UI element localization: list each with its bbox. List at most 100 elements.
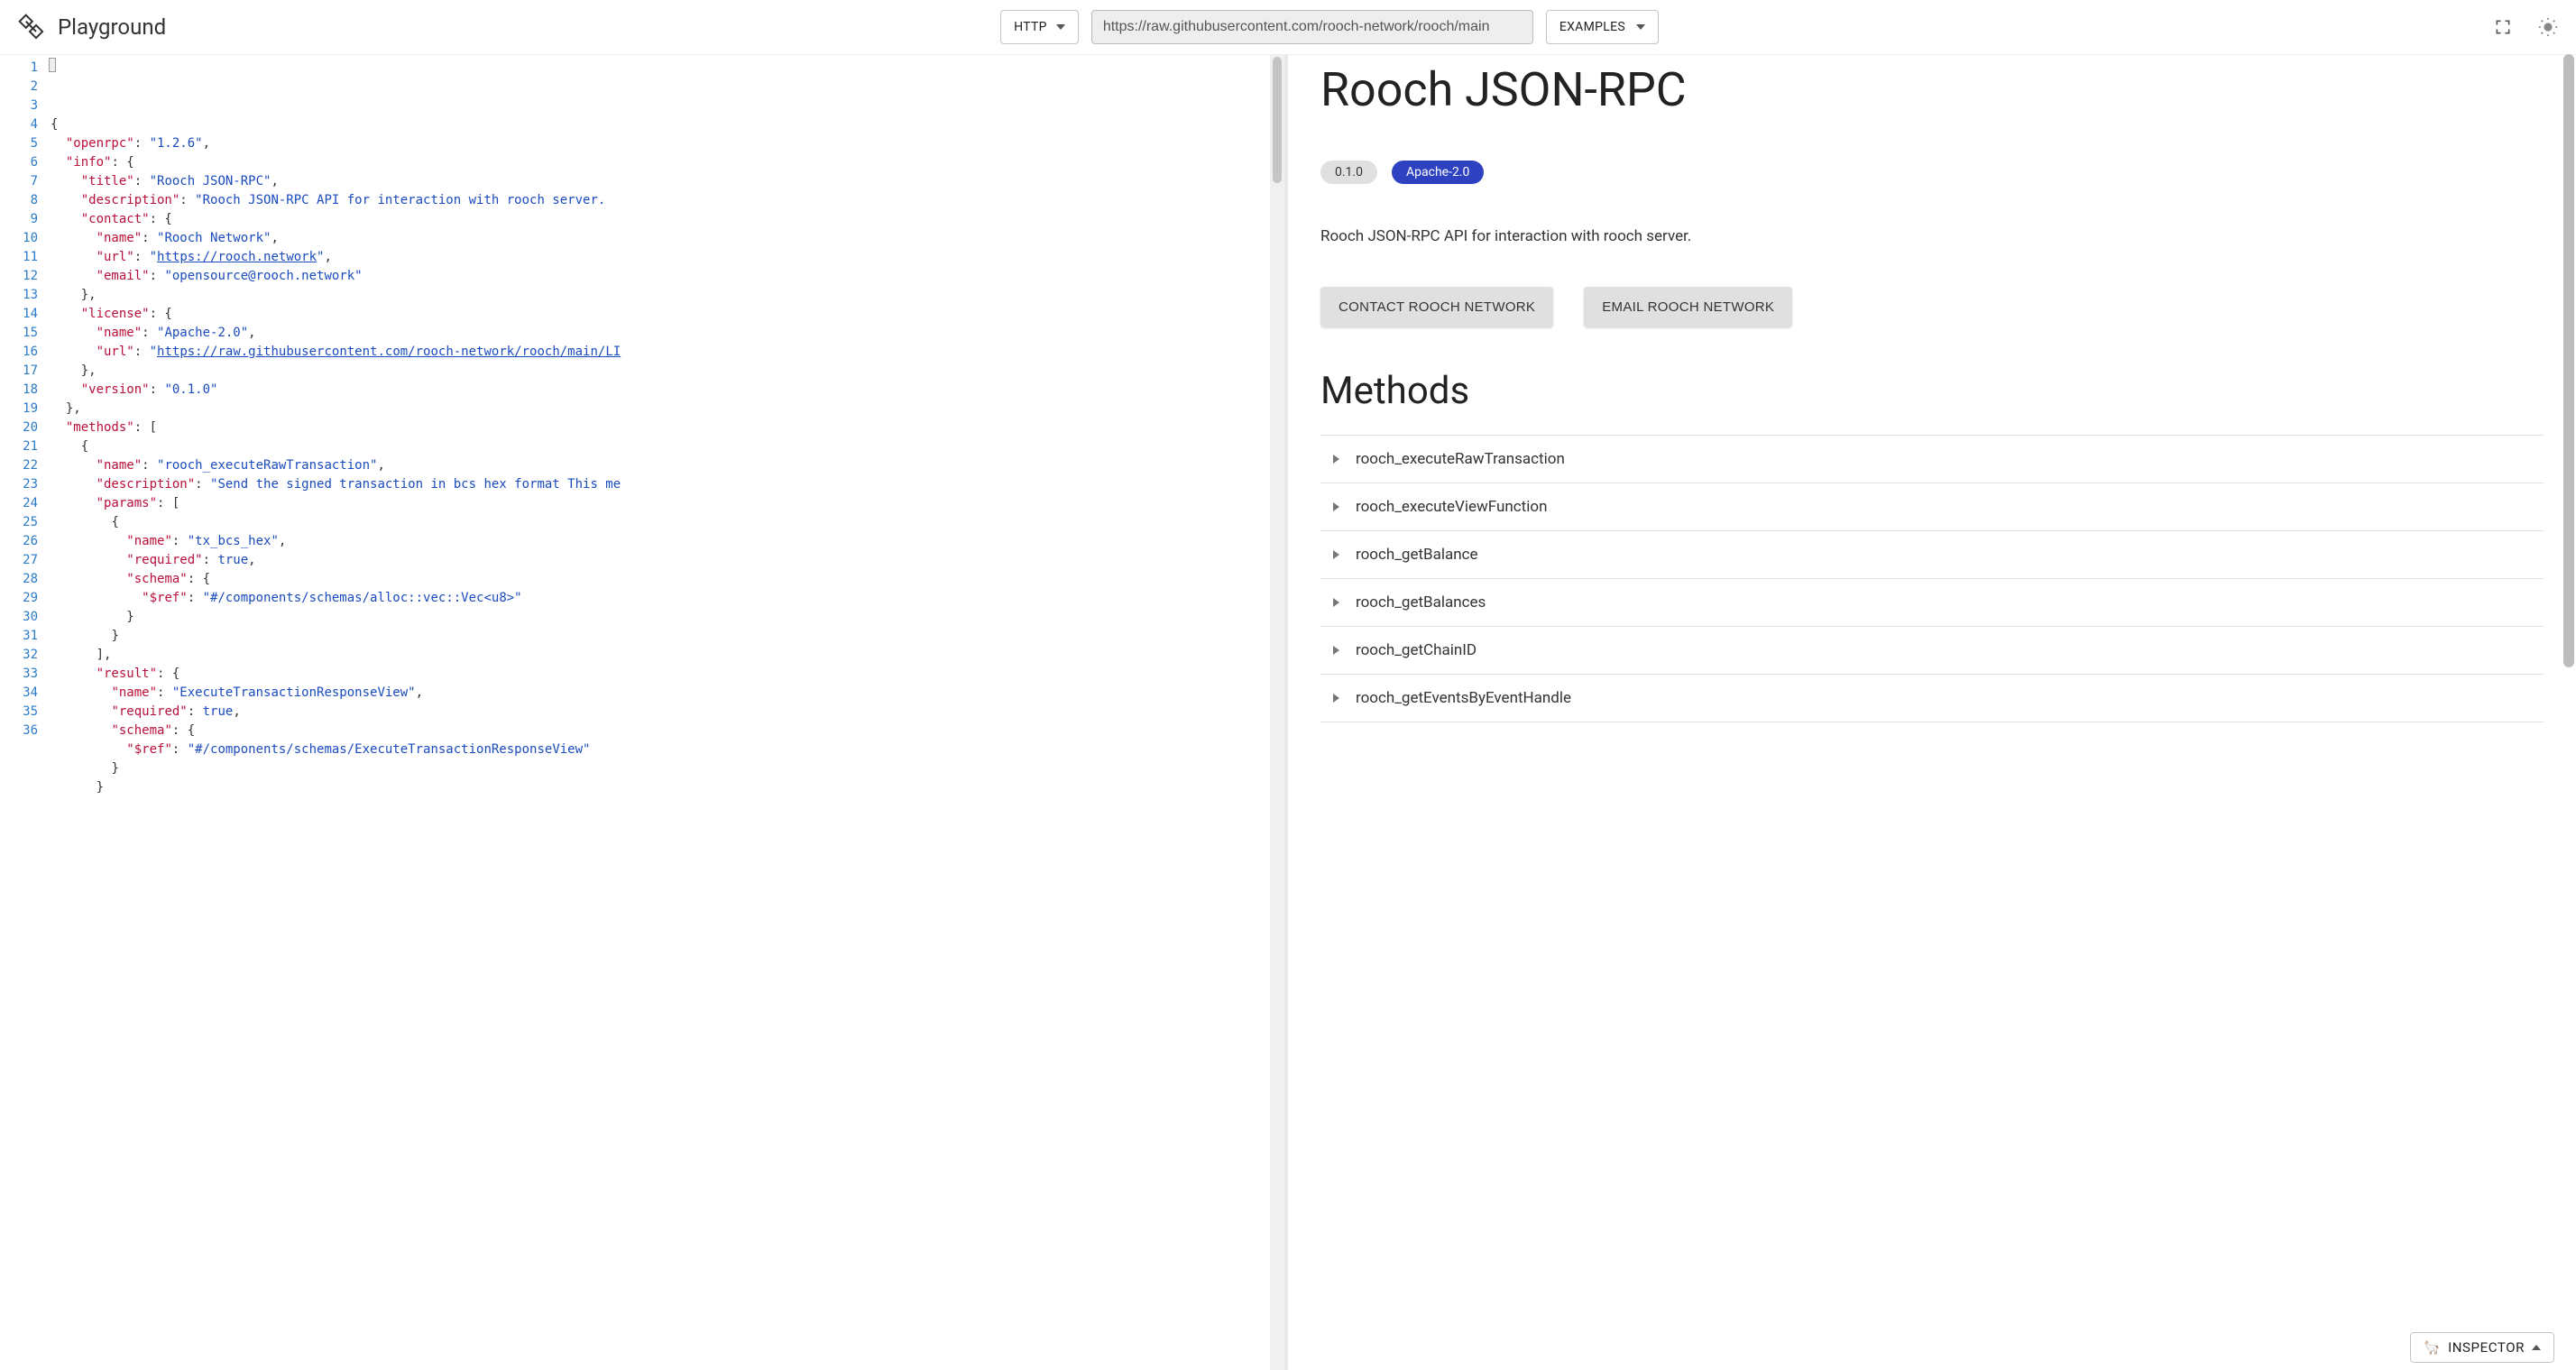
method-item[interactable]: rooch_getBalance — [1320, 531, 2544, 579]
code-line: { — [51, 437, 1284, 456]
line-number: 1 — [0, 59, 38, 78]
line-number: 16 — [0, 343, 38, 362]
line-number: 34 — [0, 684, 38, 703]
code-line: "name": "Rooch Network", — [51, 229, 1284, 248]
code-line: { — [51, 513, 1284, 532]
main-split: 1234567891011121314151617181920212223242… — [0, 54, 2576, 1370]
method-item[interactable]: rooch_getEventsByEventHandle — [1320, 675, 2544, 722]
line-number: 36 — [0, 722, 38, 740]
line-number: 28 — [0, 570, 38, 589]
line-number: 30 — [0, 608, 38, 627]
doc-description: Rooch JSON-RPC API for interaction with … — [1320, 227, 2544, 245]
chevron-right-icon — [1333, 646, 1339, 655]
protocol-value: HTTP — [1014, 20, 1047, 34]
examples-button[interactable]: EXAMPLES — [1546, 10, 1659, 44]
method-item[interactable]: rooch_getBalances — [1320, 579, 2544, 627]
method-name: rooch_getBalance — [1356, 546, 1478, 564]
line-number: 17 — [0, 362, 38, 381]
line-number: 7 — [0, 172, 38, 191]
line-number: 3 — [0, 97, 38, 115]
line-number: 23 — [0, 475, 38, 494]
code-line: { — [51, 115, 1284, 134]
license-badge[interactable]: Apache-2.0 — [1392, 161, 1484, 184]
code-line: "result": { — [51, 665, 1284, 684]
line-number: 21 — [0, 437, 38, 456]
code-line: "required": true, — [51, 551, 1284, 570]
app-title: Playground — [58, 14, 166, 40]
line-number: 22 — [0, 456, 38, 475]
schema-url-input[interactable] — [1091, 10, 1533, 44]
email-button[interactable]: EMAIL ROOCH NETWORK — [1584, 287, 1792, 327]
line-number: 33 — [0, 665, 38, 684]
chevron-down-icon — [1056, 24, 1065, 30]
code-line: "info": { — [51, 153, 1284, 172]
fullscreen-button[interactable] — [2493, 17, 2513, 37]
code-line: } — [51, 608, 1284, 627]
code-line: "version": "0.1.0" — [51, 381, 1284, 400]
code-line: "title": "Rooch JSON-RPC", — [51, 172, 1284, 191]
method-name: rooch_executeViewFunction — [1356, 498, 1547, 516]
chevron-down-icon — [1636, 24, 1645, 30]
line-number: 2 — [0, 78, 38, 97]
code-line: "name": "tx_bcs_hex", — [51, 532, 1284, 551]
code-line: "url": "https://raw.githubusercontent.co… — [51, 343, 1284, 362]
line-number: 24 — [0, 494, 38, 513]
code-line: "description": "Rooch JSON-RPC API for i… — [51, 191, 1284, 210]
line-number: 13 — [0, 286, 38, 305]
code-line: }, — [51, 362, 1284, 381]
line-number: 10 — [0, 229, 38, 248]
code-line: } — [51, 759, 1284, 778]
code-line: "description": "Send the signed transact… — [51, 475, 1284, 494]
inspector-toggle[interactable]: 🦙 INSPECTOR — [2410, 1332, 2554, 1363]
line-number: 4 — [0, 115, 38, 134]
method-name: rooch_getBalances — [1356, 593, 1486, 611]
line-number: 8 — [0, 191, 38, 210]
line-number: 29 — [0, 589, 38, 608]
chevron-right-icon — [1333, 598, 1339, 607]
protocol-select[interactable]: HTTP — [1000, 10, 1079, 44]
method-name: rooch_executeRawTransaction — [1356, 450, 1565, 468]
version-badge: 0.1.0 — [1320, 161, 1377, 184]
line-number: 26 — [0, 532, 38, 551]
examples-label: EXAMPLES — [1559, 20, 1625, 34]
playground-logo-icon — [18, 14, 45, 41]
inspector-label: INSPECTOR — [2448, 1339, 2525, 1356]
theme-toggle-button[interactable] — [2538, 17, 2558, 37]
code-line: "license": { — [51, 305, 1284, 324]
editor-scrollbar[interactable] — [1270, 55, 1284, 1370]
code-line: "name": "Apache-2.0", — [51, 324, 1284, 343]
code-line: "$ref": "#/components/schemas/ExecuteTra… — [51, 740, 1284, 759]
page-scroll-thumb[interactable] — [2563, 54, 2574, 667]
contact-button[interactable]: CONTACT ROOCH NETWORK — [1320, 287, 1553, 327]
code-line: "$ref": "#/components/schemas/alloc::vec… — [51, 589, 1284, 608]
topbar: Playground HTTP EXAMPLES — [0, 0, 2576, 54]
line-number: 32 — [0, 646, 38, 665]
code-line: "schema": { — [51, 722, 1284, 740]
line-number: 19 — [0, 400, 38, 418]
line-number: 12 — [0, 267, 38, 286]
line-number: 5 — [0, 134, 38, 153]
method-item[interactable]: rooch_getChainID — [1320, 627, 2544, 675]
line-number: 14 — [0, 305, 38, 324]
editor-scroll-thumb[interactable] — [1273, 57, 1282, 183]
code-line: "url": "https://rooch.network", — [51, 248, 1284, 267]
methods-heading: Methods — [1320, 369, 2544, 413]
line-number: 9 — [0, 210, 38, 229]
method-item[interactable]: rooch_executeRawTransaction — [1320, 436, 2544, 483]
chevron-right-icon — [1333, 502, 1339, 511]
method-item[interactable]: rooch_executeViewFunction — [1320, 483, 2544, 531]
code-line: "methods": [ — [51, 418, 1284, 437]
line-gutter: 1234567891011121314151617181920212223242… — [0, 55, 45, 1370]
page-scrollbar[interactable] — [2562, 0, 2576, 1370]
logo[interactable]: Playground — [18, 14, 166, 41]
line-number: 6 — [0, 153, 38, 172]
line-number: 31 — [0, 627, 38, 646]
code-line: "name": "ExecuteTransactionResponseView"… — [51, 684, 1284, 703]
chevron-right-icon — [1333, 455, 1339, 464]
method-list: rooch_executeRawTransaction rooch_execute… — [1320, 435, 2544, 722]
line-number: 18 — [0, 381, 38, 400]
json-editor-pane: 1234567891011121314151617181920212223242… — [0, 55, 1288, 1370]
line-number: 25 — [0, 513, 38, 532]
code-line: "contact": { — [51, 210, 1284, 229]
code-area[interactable]: { "openrpc": "1.2.6", "info": { "title":… — [45, 55, 1284, 1370]
